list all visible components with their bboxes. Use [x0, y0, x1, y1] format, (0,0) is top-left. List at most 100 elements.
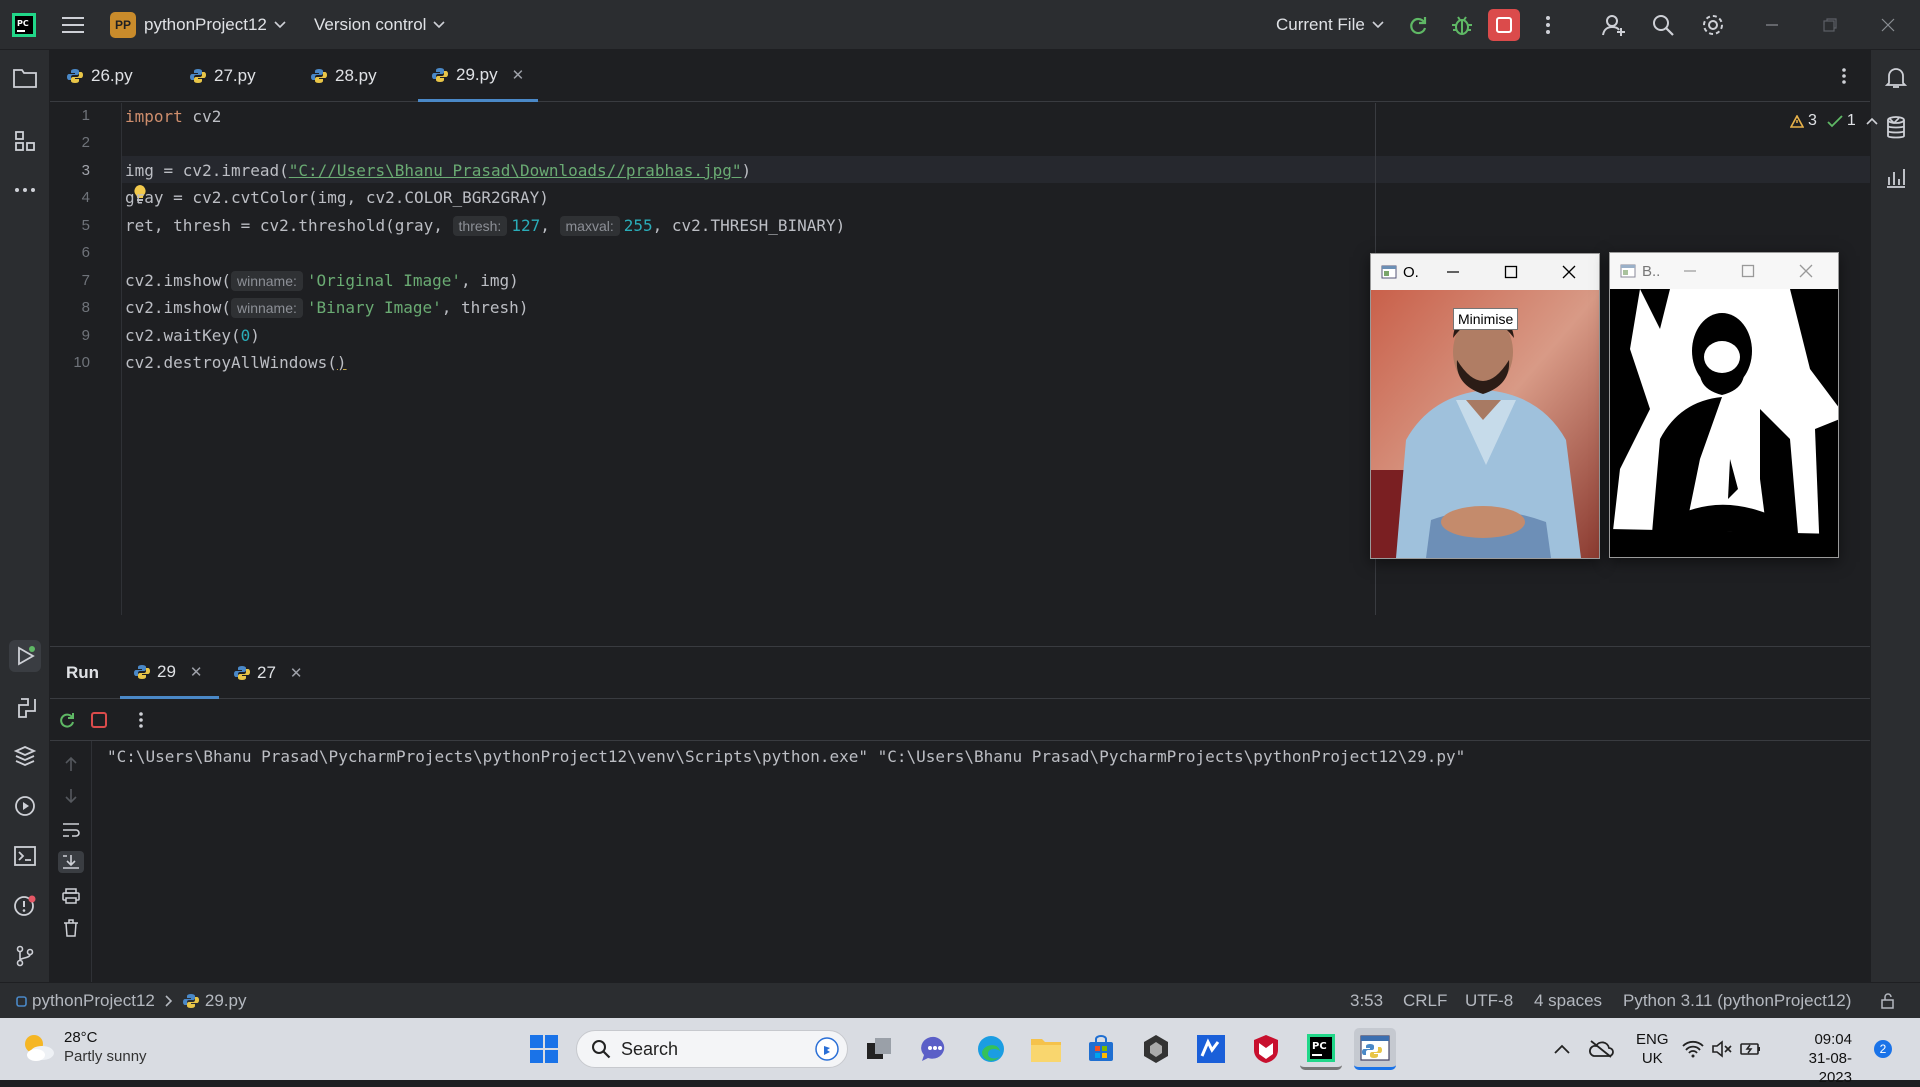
clock[interactable]: 09:04 31-08-2023 — [1782, 1030, 1852, 1087]
unity-hub-icon[interactable] — [1135, 1028, 1177, 1070]
more-actions-icon[interactable] — [130, 709, 152, 731]
structure-icon[interactable] — [9, 125, 41, 157]
onedrive-offline-icon[interactable] — [1580, 1028, 1622, 1070]
trash-icon[interactable] — [60, 917, 82, 939]
vcs-label: Version control — [314, 15, 427, 34]
close-tab-icon[interactable]: ✕ — [190, 663, 203, 681]
more-tool-windows-icon[interactable] — [9, 174, 41, 206]
search-icon[interactable] — [1647, 9, 1679, 41]
run-tab-29[interactable]: 29 ✕ — [120, 647, 219, 699]
python-interpreter[interactable]: Python 3.11 (pythonProject12) — [1623, 983, 1851, 1019]
window-restore-icon[interactable] — [1814, 9, 1846, 41]
microsoft-store-icon[interactable] — [1080, 1028, 1122, 1070]
tab-options-icon[interactable] — [1828, 60, 1860, 92]
line-number: 7 — [81, 272, 90, 289]
add-user-icon[interactable] — [1598, 9, 1630, 41]
window-title-bar[interactable]: B.. — [1610, 253, 1838, 289]
python-window-taskbar-icon[interactable] — [1354, 1028, 1396, 1070]
window-close-icon[interactable] — [1872, 9, 1904, 41]
mcafee-icon[interactable] — [1245, 1028, 1287, 1070]
main-menu-icon[interactable] — [57, 9, 89, 41]
system-quick-settings[interactable] — [1677, 1028, 1767, 1070]
terminal-icon[interactable] — [9, 840, 41, 872]
rerun-icon[interactable] — [56, 709, 78, 731]
original-image-window[interactable]: O. — [1370, 253, 1600, 559]
version-control-menu[interactable]: Version control — [314, 0, 446, 50]
window-minimize-icon[interactable] — [1756, 9, 1788, 41]
file-encoding[interactable]: UTF-8 — [1465, 983, 1513, 1019]
print-icon[interactable] — [60, 885, 82, 907]
task-view-icon[interactable] — [858, 1028, 900, 1070]
pycharm-community-app-icon[interactable] — [1190, 1028, 1232, 1070]
edge-browser-icon[interactable] — [970, 1028, 1012, 1070]
console-output[interactable]: "C:\Users\Bhanu Prasad\PycharmProjects\p… — [107, 747, 1465, 766]
inspection-widget[interactable]: 3 1 — [1790, 109, 1900, 133]
breadcrumb-project[interactable]: pythonProject12 — [32, 991, 155, 1011]
breadcrumb-file[interactable]: 29.py — [205, 991, 247, 1011]
weather-widget[interactable]: 28°C Partly sunny — [20, 1028, 147, 1066]
settings-gear-icon[interactable] — [1697, 9, 1729, 41]
python-console-icon[interactable] — [9, 692, 41, 724]
indent-setting[interactable]: 4 spaces — [1534, 983, 1602, 1019]
line-ending[interactable]: CRLF — [1403, 983, 1447, 1019]
typo-count[interactable]: 1 — [1827, 112, 1856, 130]
scroll-to-end-icon[interactable] — [58, 851, 84, 873]
problems-icon[interactable] — [9, 890, 41, 922]
window-title-bar[interactable]: O. — [1371, 254, 1599, 290]
run-config-label: Current File — [1276, 15, 1365, 34]
arrow-up-icon[interactable] — [60, 753, 82, 775]
window-minimize-icon[interactable] — [1443, 262, 1463, 282]
project-selector[interactable]: PP pythonProject12 — [110, 0, 286, 50]
run-tool-window: Run 29 ✕ 27 ✕ "C:\Users\Bhanu Prasad\Pyc… — [50, 646, 1870, 983]
caret-position[interactable]: 3:53 — [1350, 983, 1383, 1019]
tab-26-py[interactable]: 26.py — [67, 50, 133, 102]
soft-wrap-icon[interactable] — [60, 819, 82, 841]
debug-icon[interactable] — [1446, 9, 1478, 41]
scientific-mode-icon[interactable] — [1880, 162, 1912, 194]
notification-badge[interactable]: 2 — [1874, 1040, 1892, 1058]
teams-chat-icon[interactable] — [914, 1028, 956, 1070]
project-folder-icon[interactable] — [9, 62, 41, 94]
window-maximize-icon[interactable] — [1501, 262, 1521, 282]
rerun-icon[interactable] — [1402, 9, 1434, 41]
window-maximize-icon[interactable] — [1738, 261, 1758, 281]
more-actions-icon[interactable] — [1532, 9, 1564, 41]
tab-27-py[interactable]: 27.py — [190, 50, 256, 102]
stop-icon[interactable] — [88, 709, 110, 731]
git-branch-icon[interactable] — [9, 940, 41, 972]
run-configuration-selector[interactable]: Current File — [1276, 0, 1384, 50]
bing-chat-icon[interactable] — [815, 1037, 839, 1061]
run-tab-27[interactable]: 27 ✕ — [234, 647, 303, 699]
lock-icon[interactable] — [1880, 983, 1896, 1019]
close-tab-icon[interactable]: ✕ — [290, 664, 303, 682]
close-tab-icon[interactable]: ✕ — [512, 66, 525, 84]
chevron-up-icon[interactable] — [1866, 117, 1878, 125]
binary-image-window[interactable]: B.. — [1609, 252, 1839, 558]
window-close-icon[interactable] — [1559, 262, 1579, 282]
chevron-down-icon[interactable] — [1888, 117, 1900, 125]
tab-29-py[interactable]: 29.py ✕ — [418, 50, 539, 102]
python-packages-icon[interactable] — [9, 740, 41, 772]
code-text: ) — [250, 326, 260, 345]
warnings-count[interactable]: 3 — [1790, 112, 1817, 130]
pycharm-taskbar-icon[interactable]: PC — [1300, 1028, 1342, 1070]
language-indicator[interactable]: ENG UK — [1636, 1030, 1669, 1068]
line-number: 9 — [81, 327, 90, 344]
run-tool-icon[interactable] — [9, 640, 41, 672]
tab-28-py[interactable]: 28.py — [311, 50, 377, 102]
window-close-icon[interactable] — [1796, 261, 1816, 281]
lightbulb-icon[interactable] — [132, 130, 150, 204]
typo-number: 1 — [1846, 112, 1856, 129]
python-file-icon — [182, 994, 199, 1008]
pycharm-logo-icon[interactable]: PC — [8, 9, 40, 41]
show-hidden-icons-chevron-up-icon[interactable] — [1541, 1028, 1583, 1070]
line-number-gutter: 1 2 3 4 5 6 7 8 9 10 — [50, 103, 122, 615]
stop-icon[interactable] — [1488, 9, 1520, 41]
arrow-down-icon[interactable] — [60, 785, 82, 807]
file-explorer-icon[interactable] — [1025, 1028, 1067, 1070]
notifications-bell-icon[interactable] — [1880, 62, 1912, 94]
start-windows-icon[interactable] — [523, 1028, 565, 1070]
window-minimize-icon[interactable] — [1680, 261, 1700, 281]
services-icon[interactable] — [9, 790, 41, 822]
taskbar-search-box[interactable]: Search — [576, 1030, 848, 1068]
